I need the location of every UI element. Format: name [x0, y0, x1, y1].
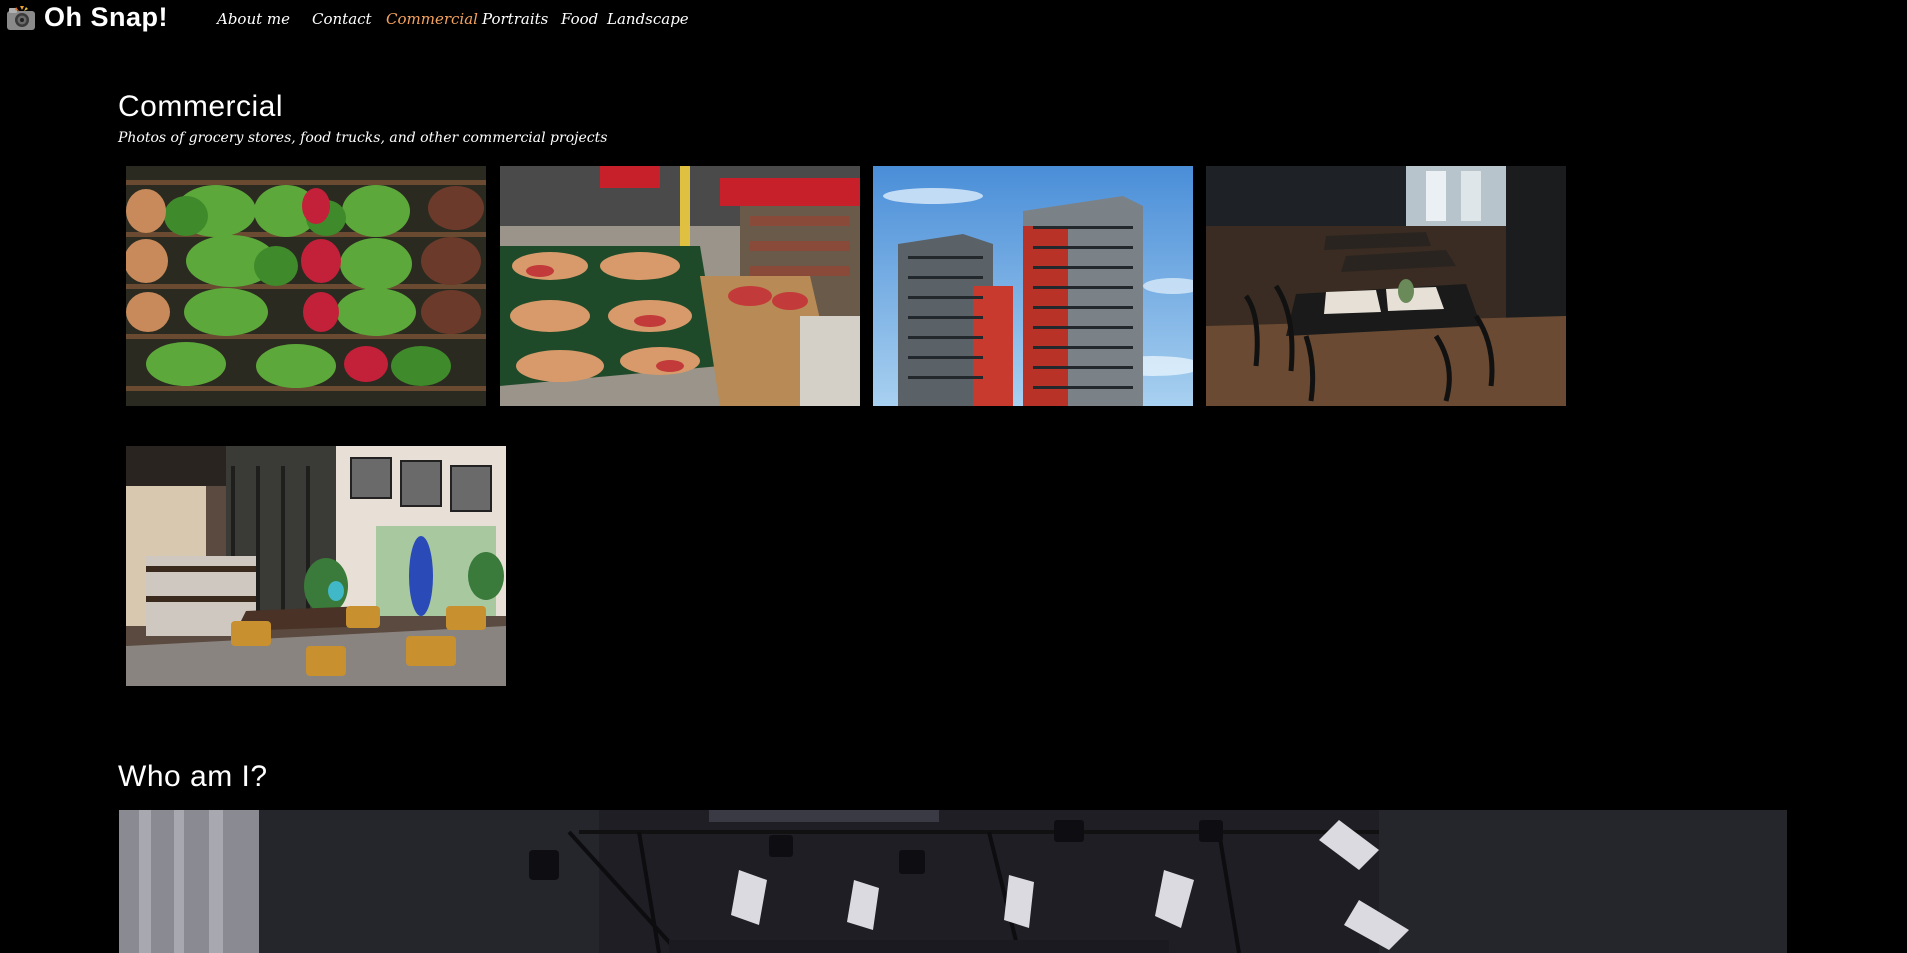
site-title: Oh Snap!	[44, 2, 168, 32]
nav-portraits[interactable]: Portraits	[482, 10, 548, 28]
produce-shelves-photo[interactable]	[126, 166, 486, 406]
camera-icon	[7, 5, 35, 30]
studio-lights-photo	[119, 810, 1787, 953]
gallery-subtitle: Photos of grocery stores, food trucks, a…	[118, 130, 608, 146]
cafe-interior-photo[interactable]	[126, 446, 506, 686]
gallery-title: Commercial	[118, 90, 284, 123]
apartment-tower-photo[interactable]	[873, 166, 1193, 406]
supermarket-aisle-photo[interactable]	[500, 166, 860, 406]
nav-about-me[interactable]: About me	[217, 10, 290, 28]
about-title: Who am I?	[118, 760, 268, 793]
nav-landscape[interactable]: Landscape	[607, 10, 689, 28]
restaurant-dining-room-photo[interactable]	[1206, 166, 1566, 406]
site-logo[interactable]: Oh Snap!	[6, 2, 168, 33]
nav-food[interactable]: Food	[561, 10, 598, 28]
top-bar: Oh Snap! About me Contact Commercial Por…	[0, 0, 1907, 36]
nav-commercial[interactable]: Commercial	[386, 10, 478, 28]
nav-contact[interactable]: Contact	[312, 10, 372, 28]
